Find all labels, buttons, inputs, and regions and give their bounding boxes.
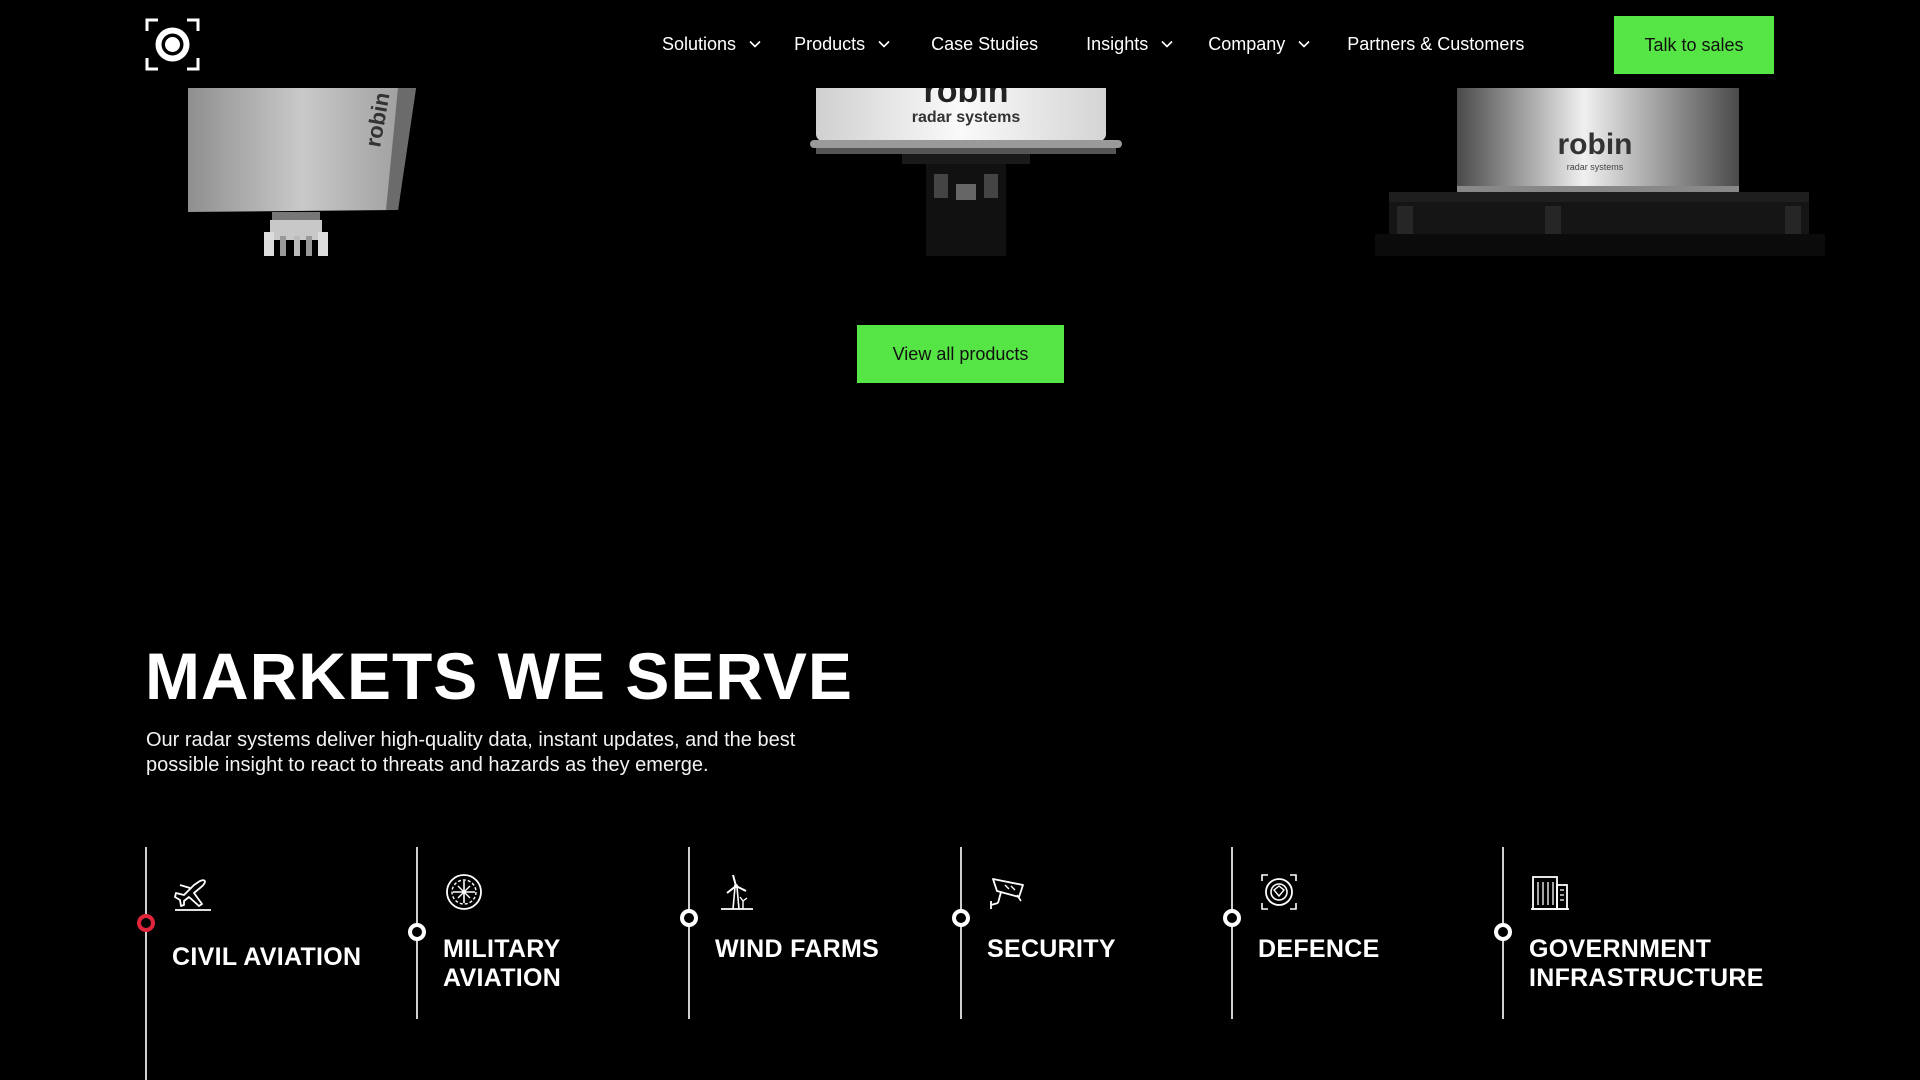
nav-products[interactable]: Products bbox=[794, 34, 891, 55]
nav-solutions[interactable]: Solutions bbox=[662, 34, 762, 55]
timeline-dot bbox=[408, 923, 426, 941]
main-nav: Solutions Products Case Studies Insights… bbox=[662, 0, 1524, 88]
site-header: Solutions Products Case Studies Insights… bbox=[0, 0, 1920, 88]
market-security[interactable]: SECURITY bbox=[952, 847, 1232, 1019]
product-image-3[interactable]: robin radar systems bbox=[1355, 88, 1845, 256]
timeline-dot bbox=[952, 909, 970, 927]
camera-aperture-logo[interactable] bbox=[145, 18, 200, 71]
defence-shield-icon bbox=[1261, 874, 1297, 910]
markets-description: Our radar systems deliver high-quality d… bbox=[146, 729, 796, 776]
building-icon bbox=[1531, 876, 1569, 910]
view-all-products-button[interactable]: View all products bbox=[857, 325, 1064, 383]
nav-case-studies[interactable]: Case Studies bbox=[931, 34, 1038, 55]
markets-title: MARKETS WE SERVE bbox=[145, 639, 853, 713]
market-divider bbox=[960, 847, 962, 1019]
timeline-dot bbox=[1223, 909, 1241, 927]
chevron-down-icon bbox=[878, 40, 890, 48]
chevron-down-icon bbox=[1298, 40, 1310, 48]
talk-to-sales-label: Talk to sales bbox=[1644, 34, 1744, 55]
plane-icon bbox=[174, 879, 211, 911]
talk-to-sales-button[interactable]: Talk to sales bbox=[1614, 16, 1774, 74]
market-label: MILITARY AVIATION bbox=[443, 935, 562, 992]
timeline-dot-active bbox=[137, 914, 155, 932]
timeline-tail bbox=[145, 1019, 147, 1080]
product-image-1[interactable]: robin bbox=[180, 88, 430, 256]
nav-partners-customers-label: Partners & Customers bbox=[1347, 33, 1525, 54]
market-divider bbox=[145, 847, 147, 1019]
product-2-brand: robin bbox=[924, 88, 1009, 110]
market-wind-farms[interactable]: WIND FARMS bbox=[680, 847, 960, 1019]
view-all-products-label: View all products bbox=[892, 343, 1029, 364]
product-3-sub: radar systems bbox=[1567, 162, 1624, 172]
market-government-infrastructure[interactable]: GOVERNMENT INFRASTRUCTURE bbox=[1494, 847, 1774, 1019]
nav-products-label: Products bbox=[794, 33, 866, 54]
chevron-down-icon bbox=[1161, 40, 1173, 48]
nav-partners-customers[interactable]: Partners & Customers bbox=[1347, 34, 1524, 55]
market-label: WIND FARMS bbox=[715, 935, 880, 963]
military-target-icon bbox=[446, 874, 482, 910]
wind-turbine-icon bbox=[721, 874, 753, 910]
product-image-2[interactable]: robin radar systems bbox=[806, 88, 1126, 256]
nav-insights-label: Insights bbox=[1086, 33, 1149, 54]
security-camera-icon bbox=[990, 878, 1024, 909]
market-label: DEFENCE bbox=[1258, 935, 1380, 963]
product-2-sub: radar systems bbox=[912, 109, 1021, 126]
market-label: CIVIL AVIATION bbox=[172, 943, 362, 971]
market-divider bbox=[1231, 847, 1233, 1019]
product-3-brand: robin bbox=[1558, 128, 1633, 161]
market-military-aviation[interactable]: MILITARY AVIATION bbox=[408, 847, 688, 1019]
market-label: GOVERNMENT INFRASTRUCTURE bbox=[1529, 935, 1764, 992]
timeline-dot bbox=[680, 909, 698, 927]
nav-insights[interactable]: Insights bbox=[1086, 34, 1174, 55]
nav-solutions-label: Solutions bbox=[662, 33, 737, 54]
market-civil-aviation[interactable]: CIVIL AVIATION bbox=[137, 847, 417, 1019]
product-carousel: robin robin radar systems robin radar sy… bbox=[0, 88, 1920, 256]
timeline-dot bbox=[1494, 923, 1512, 941]
nav-company-label: Company bbox=[1208, 33, 1286, 54]
market-label: SECURITY bbox=[987, 935, 1116, 963]
market-divider bbox=[688, 847, 690, 1019]
market-defence[interactable]: DEFENCE bbox=[1223, 847, 1503, 1019]
nav-case-studies-label: Case Studies bbox=[931, 33, 1039, 54]
nav-company[interactable]: Company bbox=[1208, 34, 1311, 55]
chevron-down-icon bbox=[749, 40, 761, 48]
